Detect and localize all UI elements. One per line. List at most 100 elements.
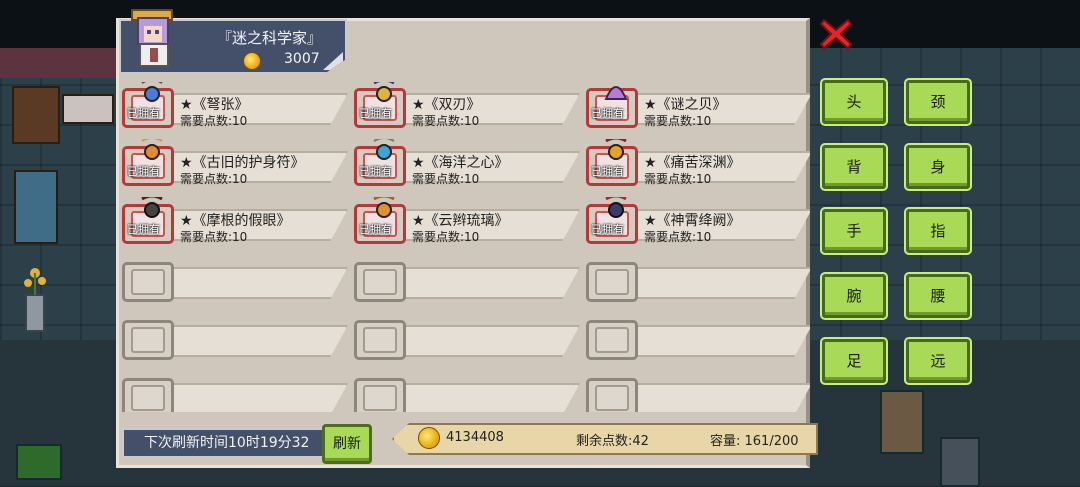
empty-slot[interactable] [586, 256, 810, 304]
owned-label: 已拥有 [127, 223, 160, 236]
item-slot [122, 262, 174, 302]
merchant-avatar-icon [126, 8, 186, 72]
item-name: ★《神霄绛阙》 [644, 213, 741, 229]
owned-label: 已拥有 [591, 107, 624, 120]
shop-item[interactable]: 已拥有 ★《谜之贝》 需要点数:10 [586, 82, 810, 130]
refresh-timer: 下次刷新时间10时19分32 [122, 428, 328, 458]
shop-item[interactable]: 已拥有 ★《弩张》 需要点数:10 [122, 82, 352, 130]
item-slot: 已拥有 [586, 197, 638, 244]
item-cost: 需要点数:10 [644, 230, 712, 244]
item-slot: 已拥有 [586, 86, 638, 128]
merchant-name: 『迷之科学家』 [217, 29, 323, 47]
amulet-icon [373, 197, 395, 218]
item-name: ★《云辫琉璃》 [412, 213, 509, 229]
item-cost: 需要点数:10 [644, 172, 712, 186]
item-slot [354, 262, 406, 302]
owned-label: 已拥有 [127, 165, 160, 178]
background-wall-trim [0, 48, 120, 78]
category-wrist-button[interactable]: 腕 [822, 274, 886, 318]
shop-item[interactable]: 已拥有 ★《云辫琉璃》 需要点数:10 [354, 197, 584, 246]
owned-label: 已拥有 [127, 107, 160, 120]
category-neck-button[interactable]: 颈 [906, 80, 970, 124]
coin-balance: 4134408 [446, 430, 504, 445]
coin-icon [418, 427, 440, 449]
category-head-button[interactable]: 头 [822, 80, 886, 124]
item-name: ★《痛苦深渊》 [644, 155, 741, 171]
background-shelf [880, 390, 924, 454]
owned-label: 已拥有 [359, 107, 392, 120]
item-cost: 需要点数:10 [644, 114, 712, 128]
item-slot [586, 262, 638, 302]
background-console [16, 444, 62, 480]
shop-item[interactable]: 已拥有 ★《双刃》 需要点数:10 [354, 82, 584, 130]
item-grid: 已拥有 ★《弩张》 需要点数:10 已拥有 ★《双刃》 需要点数:10 已拥有 … [122, 82, 810, 412]
capacity: 容量: 161/200 [710, 434, 799, 449]
amulet-icon [141, 139, 163, 160]
item-slot [354, 320, 406, 360]
empty-slot[interactable] [122, 256, 352, 304]
amulet-icon [605, 139, 627, 160]
shop-item[interactable]: 已拥有 ★《痛苦深渊》 需要点数:10 [586, 139, 810, 188]
item-cost: 需要点数:10 [412, 172, 480, 186]
shop-item[interactable]: 已拥有 ★《摩根的假眼》 需要点数:10 [122, 197, 352, 246]
category-hand-button[interactable]: 手 [822, 209, 886, 253]
shop-item[interactable]: 已拥有 ★《海洋之心》 需要点数:10 [354, 139, 584, 188]
owned-label: 已拥有 [591, 223, 624, 236]
item-slot [122, 320, 174, 360]
category-waist-button[interactable]: 腰 [906, 274, 970, 318]
item-name: ★《海洋之心》 [412, 155, 509, 171]
shop-item[interactable]: 已拥有 ★《古旧的护身符》 需要点数:10 [122, 139, 352, 188]
item-slot: 已拥有 [122, 139, 174, 186]
item-name: ★《弩张》 [180, 97, 249, 113]
empty-slot[interactable] [354, 372, 584, 412]
category-foot-button[interactable]: 足 [822, 339, 886, 383]
item-name: ★《双刃》 [412, 97, 481, 113]
item-slot: 已拥有 [586, 139, 638, 186]
owned-label: 已拥有 [359, 165, 392, 178]
background-desk [62, 94, 114, 124]
refresh-button[interactable]: 刷新 [322, 424, 372, 464]
points-remaining: 剩余点数:42 [576, 434, 649, 449]
item-cost: 需要点数:10 [180, 172, 248, 186]
empty-slot[interactable] [354, 314, 584, 362]
item-slot: 已拥有 [354, 197, 406, 244]
item-slot [586, 320, 638, 360]
item-slot [354, 378, 406, 412]
owned-label: 已拥有 [359, 223, 392, 236]
category-body-button[interactable]: 身 [906, 145, 970, 189]
category-ranged-button[interactable]: 远 [906, 339, 970, 383]
empty-slot[interactable] [122, 314, 352, 362]
item-slot: 已拥有 [122, 82, 174, 128]
item-name: ★《摩根的假眼》 [180, 213, 291, 229]
background-machine [940, 437, 980, 487]
item-name: ★《古旧的护身符》 [180, 155, 305, 171]
category-back-button[interactable]: 背 [822, 145, 886, 189]
background-plant-icon [20, 255, 50, 335]
empty-slot[interactable] [354, 256, 584, 304]
background-cabinet [12, 86, 60, 144]
coin-icon [243, 52, 261, 70]
item-slot: 已拥有 [122, 197, 174, 244]
amulet-icon [141, 82, 163, 102]
category-finger-button[interactable]: 指 [906, 209, 970, 253]
close-icon[interactable] [818, 16, 854, 52]
item-cost: 需要点数:10 [412, 114, 480, 128]
eye-amulet-icon [141, 197, 163, 218]
shop-item[interactable]: 已拥有 ★《神霄绛阙》 需要点数:10 [586, 197, 810, 246]
item-cost: 需要点数:10 [180, 114, 248, 128]
item-slot [586, 378, 638, 412]
item-slot [122, 378, 174, 412]
item-slot: 已拥有 [354, 139, 406, 186]
amulet-icon [605, 197, 627, 218]
item-cost: 需要点数:10 [412, 230, 480, 244]
empty-slot[interactable] [122, 372, 352, 412]
item-slot: 已拥有 [354, 82, 406, 128]
empty-slot[interactable] [586, 314, 810, 362]
amulet-icon [373, 82, 395, 102]
merchant-coin-count: 3007 [284, 51, 320, 67]
background-chair [14, 170, 58, 244]
empty-slot[interactable] [586, 372, 810, 412]
shell-icon [604, 86, 628, 100]
item-name: ★《谜之贝》 [644, 97, 727, 113]
item-cost: 需要点数:10 [180, 230, 248, 244]
